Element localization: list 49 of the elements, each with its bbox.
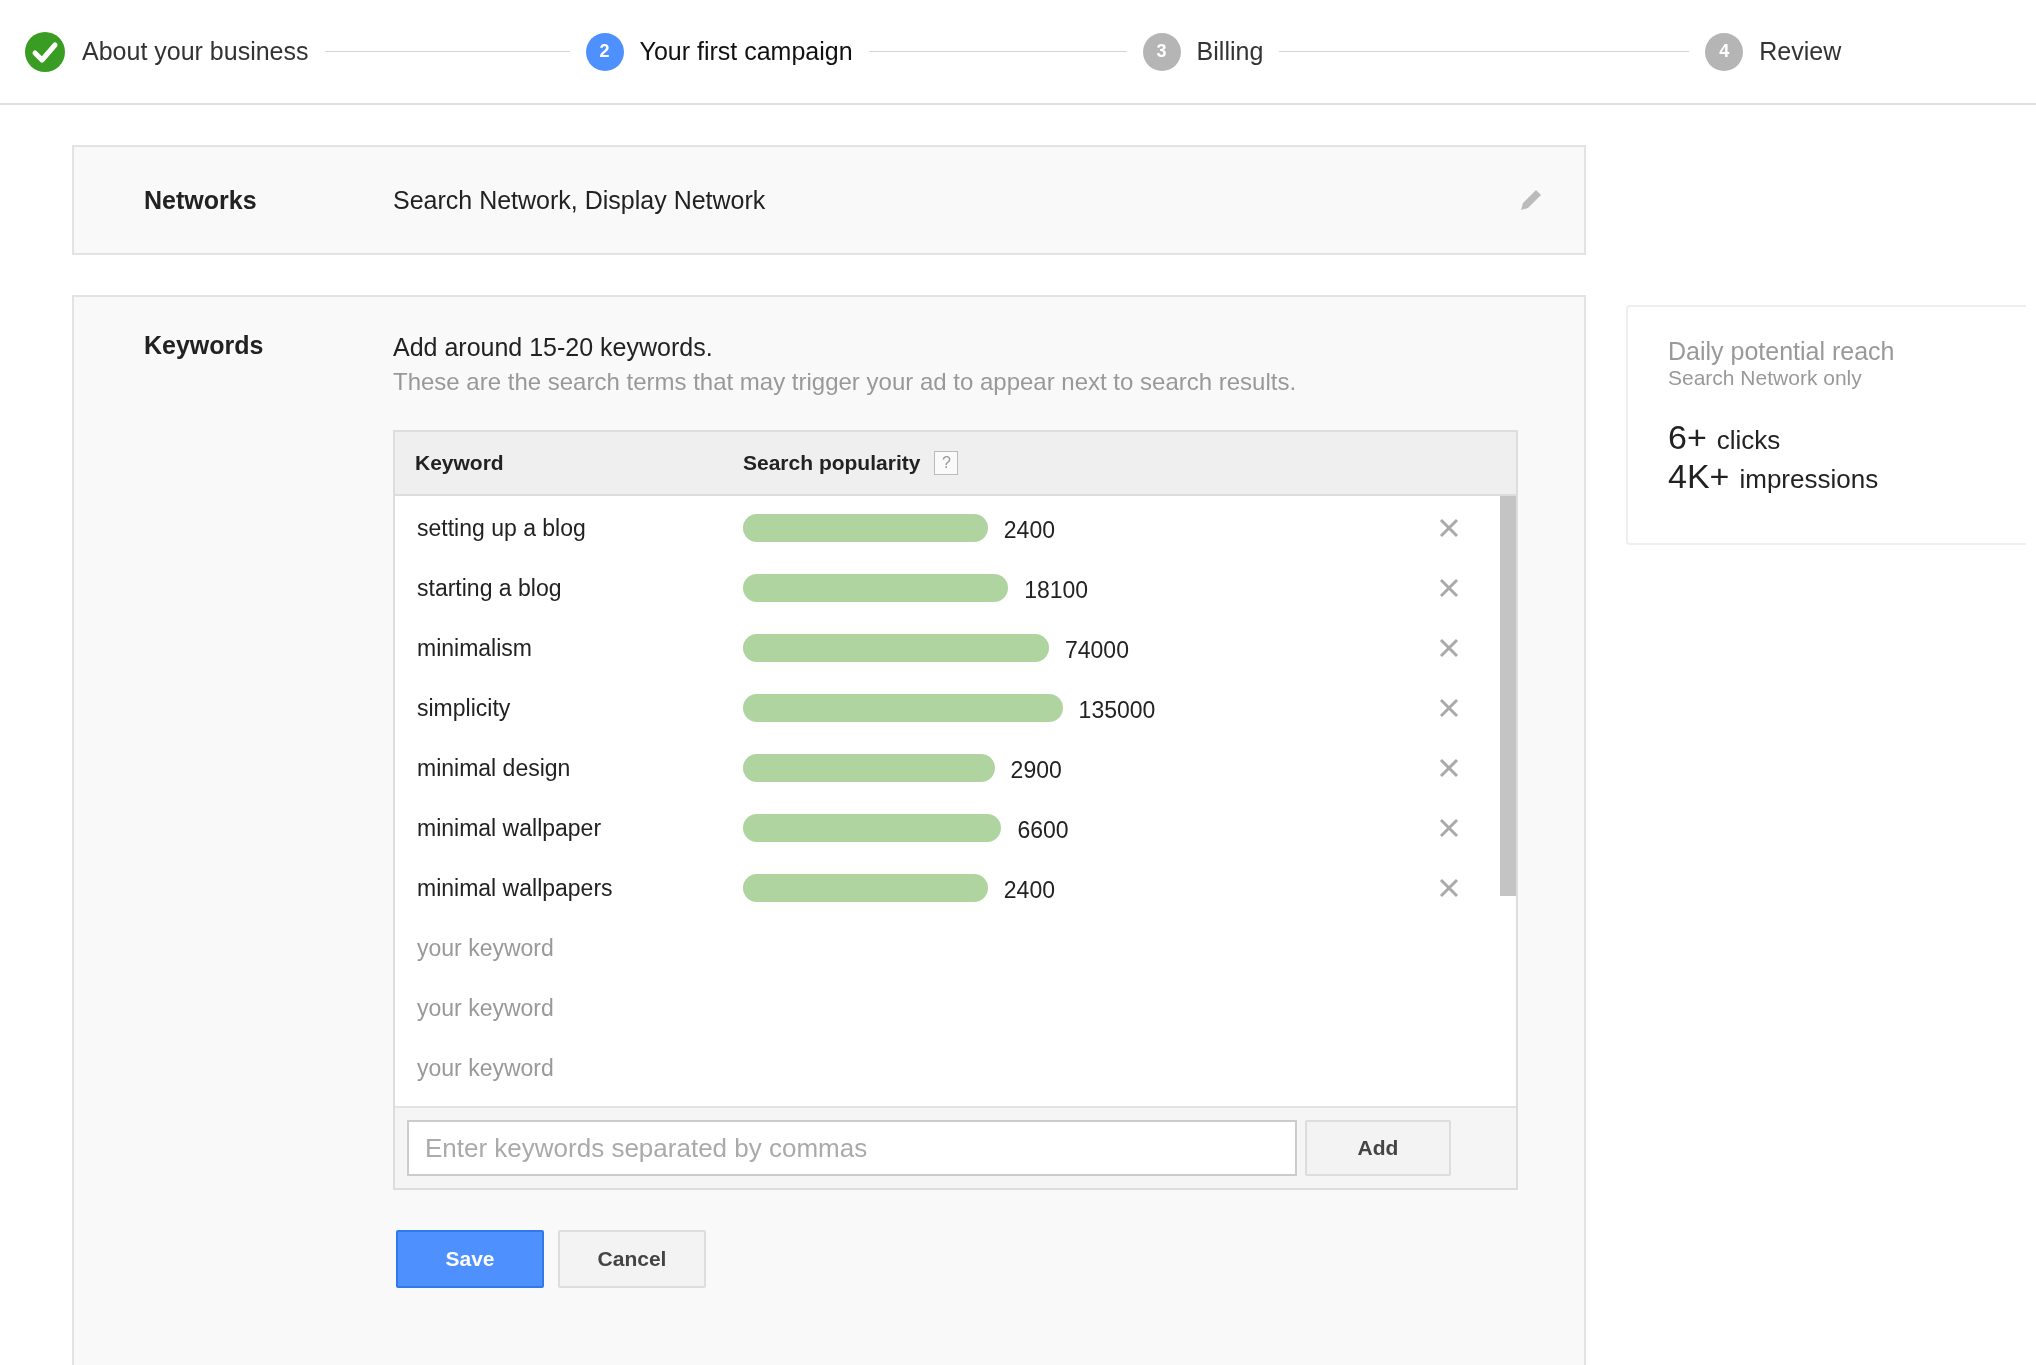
keyword-input[interactable]: your keyword	[415, 1054, 719, 1082]
keyword-input[interactable]: your keyword	[415, 934, 719, 962]
pencil-icon[interactable]	[1518, 187, 1544, 213]
section-label: Networks	[144, 185, 258, 215]
remove-icon[interactable]	[1438, 637, 1460, 659]
cancel-button[interactable]: Cancel	[558, 1230, 706, 1288]
popularity-value: 2400	[1003, 877, 1055, 904]
popularity-value: 2900	[1010, 757, 1062, 784]
popularity-value: 135000	[1078, 697, 1156, 724]
section-label: Keywords	[144, 331, 265, 361]
scrollbar-thumb[interactable]	[1500, 496, 1516, 896]
step-number: 4	[1705, 32, 1744, 71]
keyword-cell-text: starting a blog	[416, 574, 563, 602]
networks-value: Search Network, Display Network	[393, 185, 767, 215]
popularity-value: 2400	[1003, 517, 1055, 544]
popularity-value: 6600	[1017, 817, 1069, 844]
add-button[interactable]: Add	[1305, 1120, 1451, 1176]
keywords-input[interactable]: Enter keywords separated by commas	[407, 1120, 1297, 1176]
stat-value: 6+	[1668, 418, 1707, 457]
keyword-cell-text: minimal wallpaper	[416, 814, 603, 842]
remove-icon[interactable]	[1438, 577, 1460, 599]
keyword-cell-text: simplicity	[416, 694, 512, 722]
step-label: About your business	[82, 37, 309, 66]
remove-icon[interactable]	[1438, 877, 1460, 899]
step-label: Billing	[1196, 37, 1264, 66]
remove-icon[interactable]	[1438, 757, 1460, 779]
reach-subtitle: Search Network only	[1668, 366, 1863, 390]
step-number: 2	[585, 32, 624, 71]
popularity-value: 74000	[1065, 637, 1129, 664]
step-number: 3	[1142, 32, 1181, 71]
popularity-value: 18100	[1024, 577, 1089, 604]
keyword-cell-text: minimalism	[416, 634, 533, 662]
reach-title: Daily potential reach	[1668, 337, 1896, 366]
keyword-cell-text: minimal design	[416, 754, 572, 782]
hint-text: These are the search terms that may trigger your ad to appear next to search results.	[393, 368, 1298, 396]
step-label: Review	[1759, 37, 1842, 66]
remove-icon[interactable]	[1438, 817, 1460, 839]
keyword-cell-text: minimal wallpapers	[416, 874, 614, 902]
stat-unit: clicks	[1716, 425, 1781, 456]
stat-unit: impressions	[1739, 464, 1879, 495]
column-header: Search popularity	[743, 451, 921, 475]
remove-icon[interactable]	[1438, 697, 1460, 719]
remove-icon[interactable]	[1438, 517, 1460, 539]
instruction-text: Add around 15-20 keywords.	[393, 333, 714, 362]
keyword-cell-text: setting up a blog	[416, 514, 587, 542]
column-header: Keyword	[414, 451, 505, 475]
step-label: Your first campaign	[639, 37, 853, 66]
stat-value: 4K+	[1668, 457, 1730, 496]
keyword-input[interactable]: your keyword	[415, 994, 719, 1022]
